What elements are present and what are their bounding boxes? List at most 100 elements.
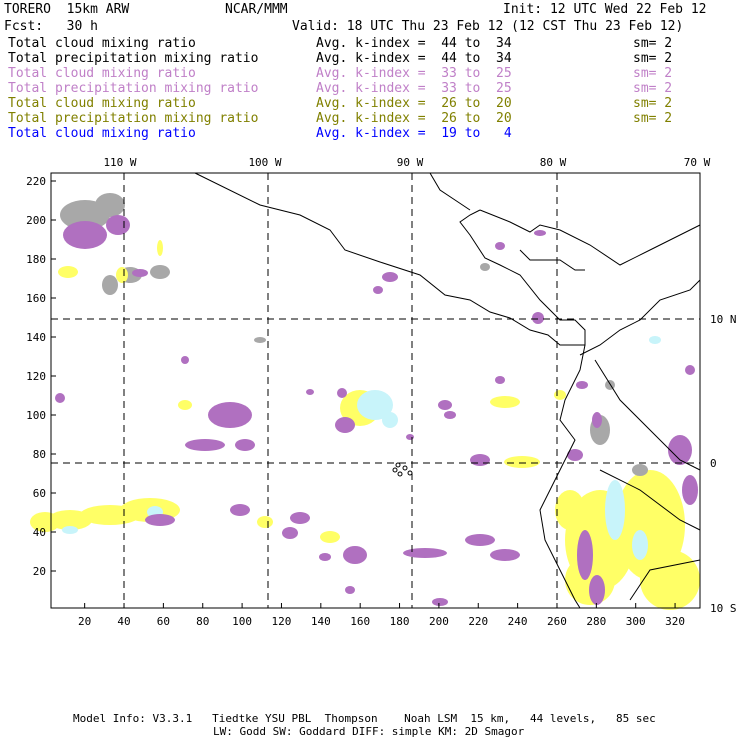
cloud-field-cyan xyxy=(605,480,625,540)
cloud-field-purple xyxy=(406,434,414,440)
cloud-field-purple xyxy=(470,454,490,466)
longitude-label: 100 W xyxy=(248,156,281,169)
x-tick-label: 180 xyxy=(390,615,410,628)
cloud-field-yellow xyxy=(157,240,163,256)
x-tick-label: 220 xyxy=(468,615,488,628)
cloud-field-yellow xyxy=(640,550,700,610)
cloud-field-purple xyxy=(208,402,252,428)
cloud-field-gray xyxy=(95,193,125,217)
galapagos-island xyxy=(397,471,403,477)
cloud-field-purple xyxy=(337,388,347,398)
cloud-field-purple xyxy=(685,365,695,375)
map-plot: 20 40 60 80 100 120 140 160 180 200 220 240 260 280 30… xyxy=(26,156,737,628)
y-tick-label: 20 xyxy=(33,565,46,578)
galapagos-island xyxy=(395,462,401,468)
cloud-field-purple xyxy=(230,504,250,516)
cloud-field-cyan xyxy=(632,530,648,560)
cloud-field-purple xyxy=(235,439,255,451)
y-tick-label: 180 xyxy=(26,253,46,266)
cloud-field-purple xyxy=(181,356,189,364)
cloud-field-gray xyxy=(254,337,266,343)
longitude-label: 90 W xyxy=(397,156,424,169)
coastline xyxy=(519,249,585,271)
x-tick-label: 120 xyxy=(272,615,292,628)
cloud-field-gray xyxy=(102,275,118,295)
x-tick-label: 260 xyxy=(547,615,567,628)
cloud-field-yellow xyxy=(58,266,78,278)
x-tick-label: 300 xyxy=(626,615,646,628)
cloud-field-gray xyxy=(150,265,170,279)
x-tick-label: 320 xyxy=(665,615,685,628)
cloud-field-purple xyxy=(438,400,452,410)
cloud-field-yellow xyxy=(178,400,192,410)
cloud-field-purple xyxy=(382,272,398,282)
cloud-field-gray xyxy=(605,380,615,390)
cloud-field-yellow xyxy=(116,267,128,283)
cloud-field-purple xyxy=(576,381,588,389)
coastline xyxy=(429,172,471,211)
cloud-field-purple xyxy=(589,575,605,605)
cloud-field-purple xyxy=(132,269,148,277)
cloud-field-purple xyxy=(290,512,310,524)
longitude-label: 80 W xyxy=(540,156,567,169)
galapagos-island xyxy=(407,470,413,476)
cloud-field-purple xyxy=(55,393,65,403)
cloud-field-yellow xyxy=(504,456,540,468)
latitude-label: 0 xyxy=(710,457,717,470)
cloud-field-purple xyxy=(343,546,367,564)
x-tick-label: 160 xyxy=(350,615,370,628)
cloud-field-cyan xyxy=(649,336,661,344)
galapagos-island xyxy=(392,467,398,473)
cloud-field-cyan xyxy=(62,526,78,534)
y-tick-label: 220 xyxy=(26,175,46,188)
y-tick-label: 60 xyxy=(33,487,46,500)
cloud-field-purple xyxy=(682,475,698,505)
x-tick-label: 140 xyxy=(311,615,331,628)
y-tick-label: 80 xyxy=(33,448,46,461)
x-tick-label: 280 xyxy=(586,615,606,628)
y-tick-label: 100 xyxy=(26,409,46,422)
cloud-field-purple xyxy=(345,586,355,594)
cloud-field-purple xyxy=(306,389,314,395)
cloud-field-purple xyxy=(490,549,520,561)
longitude-label: 110 W xyxy=(103,156,136,169)
latitude-label: 10 S xyxy=(710,602,737,615)
cloud-field-purple xyxy=(444,411,456,419)
x-tick-label: 60 xyxy=(157,615,170,628)
cloud-field-purple xyxy=(532,312,544,324)
y-tick-label: 40 xyxy=(33,526,46,539)
x-tick-label: 40 xyxy=(117,615,130,628)
x-tick-label: 20 xyxy=(78,615,91,628)
y-tick-label: 160 xyxy=(26,292,46,305)
y-tick-label: 140 xyxy=(26,331,46,344)
cloud-field-purple xyxy=(495,242,505,250)
cloud-field-purple xyxy=(185,439,225,451)
cloud-field-cyan xyxy=(382,412,398,428)
cloud-field-purple xyxy=(335,417,355,433)
cloud-field-purple xyxy=(63,221,107,249)
y-tick-label: 200 xyxy=(26,214,46,227)
cloud-field-purple xyxy=(495,376,505,384)
cloud-field-purple xyxy=(145,514,175,526)
cloud-field-purple xyxy=(373,286,383,294)
galapagos-island xyxy=(402,465,408,471)
coastline xyxy=(479,209,701,266)
cloud-field-yellow xyxy=(554,390,566,400)
cloud-field-purple xyxy=(282,527,298,539)
cloud-field-purple xyxy=(577,530,593,580)
y-tick-label: 120 xyxy=(26,370,46,383)
model-info-line2: LW: Godd SW: Goddard DIFF: simple KM: 2D… xyxy=(213,725,525,738)
cloud-field-purple xyxy=(403,548,447,558)
cloud-field-purple xyxy=(465,534,495,546)
weather-map-figure: TORERO 15km ARW NCAR/MMM Init: 12 UTC We… xyxy=(0,0,740,740)
cloud-field-purple xyxy=(319,553,331,561)
cloud-field-purple xyxy=(106,215,130,235)
cloud-field-yellow xyxy=(320,531,340,543)
x-tick-label: 100 xyxy=(232,615,252,628)
x-tick-label: 200 xyxy=(429,615,449,628)
cloud-field-yellow xyxy=(490,396,520,408)
cloud-field-purple xyxy=(592,412,602,428)
coastline xyxy=(579,279,701,356)
cloud-field-gray xyxy=(632,464,648,476)
latitude-label: 10 N xyxy=(710,313,737,326)
